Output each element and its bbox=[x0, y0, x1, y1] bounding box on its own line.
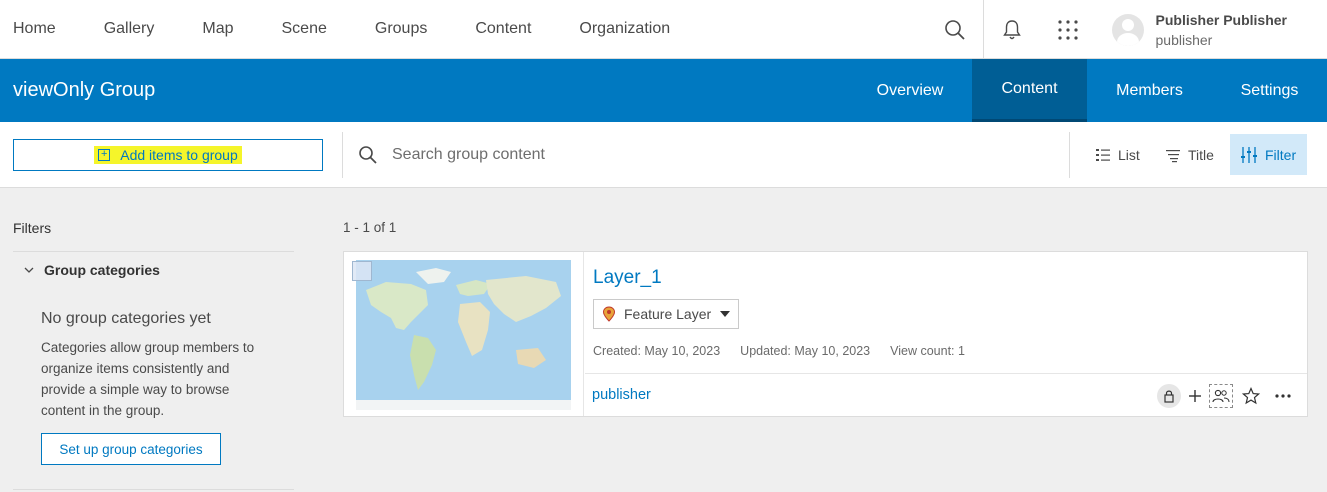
plus-square-icon: + bbox=[98, 149, 111, 161]
updated-date: Updated: May 10, 2023 bbox=[740, 344, 871, 358]
tab-settings[interactable]: Settings bbox=[1212, 59, 1327, 122]
no-categories-description: Categories allow group members to organi… bbox=[41, 340, 255, 418]
list-view-button[interactable]: List bbox=[1085, 134, 1150, 175]
feature-layer-icon bbox=[602, 306, 616, 322]
add-items-label: Add items to group bbox=[120, 147, 238, 163]
avatar bbox=[1111, 13, 1144, 46]
filters-heading: Filters bbox=[13, 220, 52, 236]
caret-down-icon bbox=[720, 311, 731, 317]
nav-scene[interactable]: Scene bbox=[282, 20, 327, 38]
card-divider bbox=[585, 373, 1307, 374]
sort-icon bbox=[1166, 149, 1180, 162]
nav-groups[interactable]: Groups bbox=[375, 20, 427, 38]
item-card: Layer_1 Feature Layer Created: May 10, 2… bbox=[343, 251, 1308, 417]
sort-title-button[interactable]: Title bbox=[1155, 134, 1224, 175]
filter-label: Filter bbox=[1265, 146, 1297, 163]
group-categories-toggle[interactable]: Group categories bbox=[24, 262, 160, 278]
user-menu[interactable]: Publisher Publisher publisher bbox=[1096, 0, 1327, 59]
created-date: Created: May 10, 2023 bbox=[593, 344, 721, 358]
tab-members[interactable]: Members bbox=[1087, 59, 1212, 122]
star-icon[interactable] bbox=[1237, 384, 1265, 408]
search-input[interactable] bbox=[392, 146, 992, 164]
item-title-link[interactable]: Layer_1 bbox=[593, 267, 662, 289]
share-groups-icon[interactable] bbox=[1209, 384, 1233, 408]
no-categories-title: No group categories yet bbox=[41, 310, 211, 327]
user-username: publisher bbox=[1155, 31, 1213, 48]
apps-grid-icon[interactable] bbox=[1040, 0, 1096, 59]
item-metadata: Created: May 10, 2023 Updated: May 10, 2… bbox=[593, 344, 985, 358]
view-count: View count: 1 bbox=[890, 344, 965, 358]
group-header: viewOnly Group Overview Content Members … bbox=[0, 59, 1327, 122]
item-thumbnail-area bbox=[344, 252, 584, 416]
results-count: 1 - 1 of 1 bbox=[343, 220, 397, 235]
filters-divider bbox=[13, 251, 294, 252]
add-icon[interactable] bbox=[1185, 384, 1205, 408]
add-items-button[interactable]: + Add items to group bbox=[13, 139, 323, 171]
nav-gallery[interactable]: Gallery bbox=[104, 20, 155, 38]
search-icon bbox=[359, 146, 377, 164]
owner-link[interactable]: publisher bbox=[592, 387, 651, 403]
more-options-icon[interactable] bbox=[1269, 384, 1297, 408]
nav-map[interactable]: Map bbox=[202, 20, 233, 38]
toolbar-divider bbox=[342, 132, 343, 178]
toolbar-divider bbox=[1069, 132, 1070, 178]
lock-icon[interactable] bbox=[1157, 384, 1181, 408]
group-categories-label: Group categories bbox=[44, 262, 160, 278]
nav-content[interactable]: Content bbox=[475, 20, 531, 38]
bell-icon[interactable] bbox=[984, 0, 1040, 59]
user-full-name: Publisher Publisher bbox=[1155, 11, 1287, 28]
map-thumbnail[interactable] bbox=[356, 260, 571, 410]
group-tabs: Overview Content Members Settings bbox=[848, 59, 1327, 122]
item-actions bbox=[1153, 384, 1297, 408]
list-icon bbox=[1096, 148, 1110, 161]
search-icon[interactable] bbox=[927, 0, 983, 59]
content-toolbar: + Add items to group List Title Filter bbox=[0, 122, 1327, 188]
sort-title-label: Title bbox=[1188, 146, 1214, 163]
top-navigation: Home Gallery Map Scene Groups Content Or… bbox=[0, 0, 1327, 59]
setup-categories-button[interactable]: Set up group categories bbox=[41, 433, 221, 465]
list-view-label: List bbox=[1118, 146, 1140, 163]
item-type-dropdown[interactable]: Feature Layer bbox=[593, 299, 739, 329]
chevron-down-icon bbox=[24, 267, 34, 273]
filters-bottom-divider bbox=[13, 489, 294, 490]
item-select-checkbox[interactable] bbox=[352, 261, 372, 281]
item-type-label: Feature Layer bbox=[624, 306, 712, 322]
nav-organization[interactable]: Organization bbox=[579, 20, 670, 38]
nav-home[interactable]: Home bbox=[13, 20, 56, 38]
group-title: viewOnly Group bbox=[13, 79, 156, 101]
filter-sliders-icon bbox=[1241, 146, 1257, 163]
search-group bbox=[358, 139, 992, 171]
tab-content[interactable]: Content bbox=[972, 59, 1087, 122]
add-items-highlight: + Add items to group bbox=[94, 146, 242, 164]
tab-overview[interactable]: Overview bbox=[848, 59, 972, 122]
filter-button[interactable]: Filter bbox=[1230, 134, 1307, 175]
